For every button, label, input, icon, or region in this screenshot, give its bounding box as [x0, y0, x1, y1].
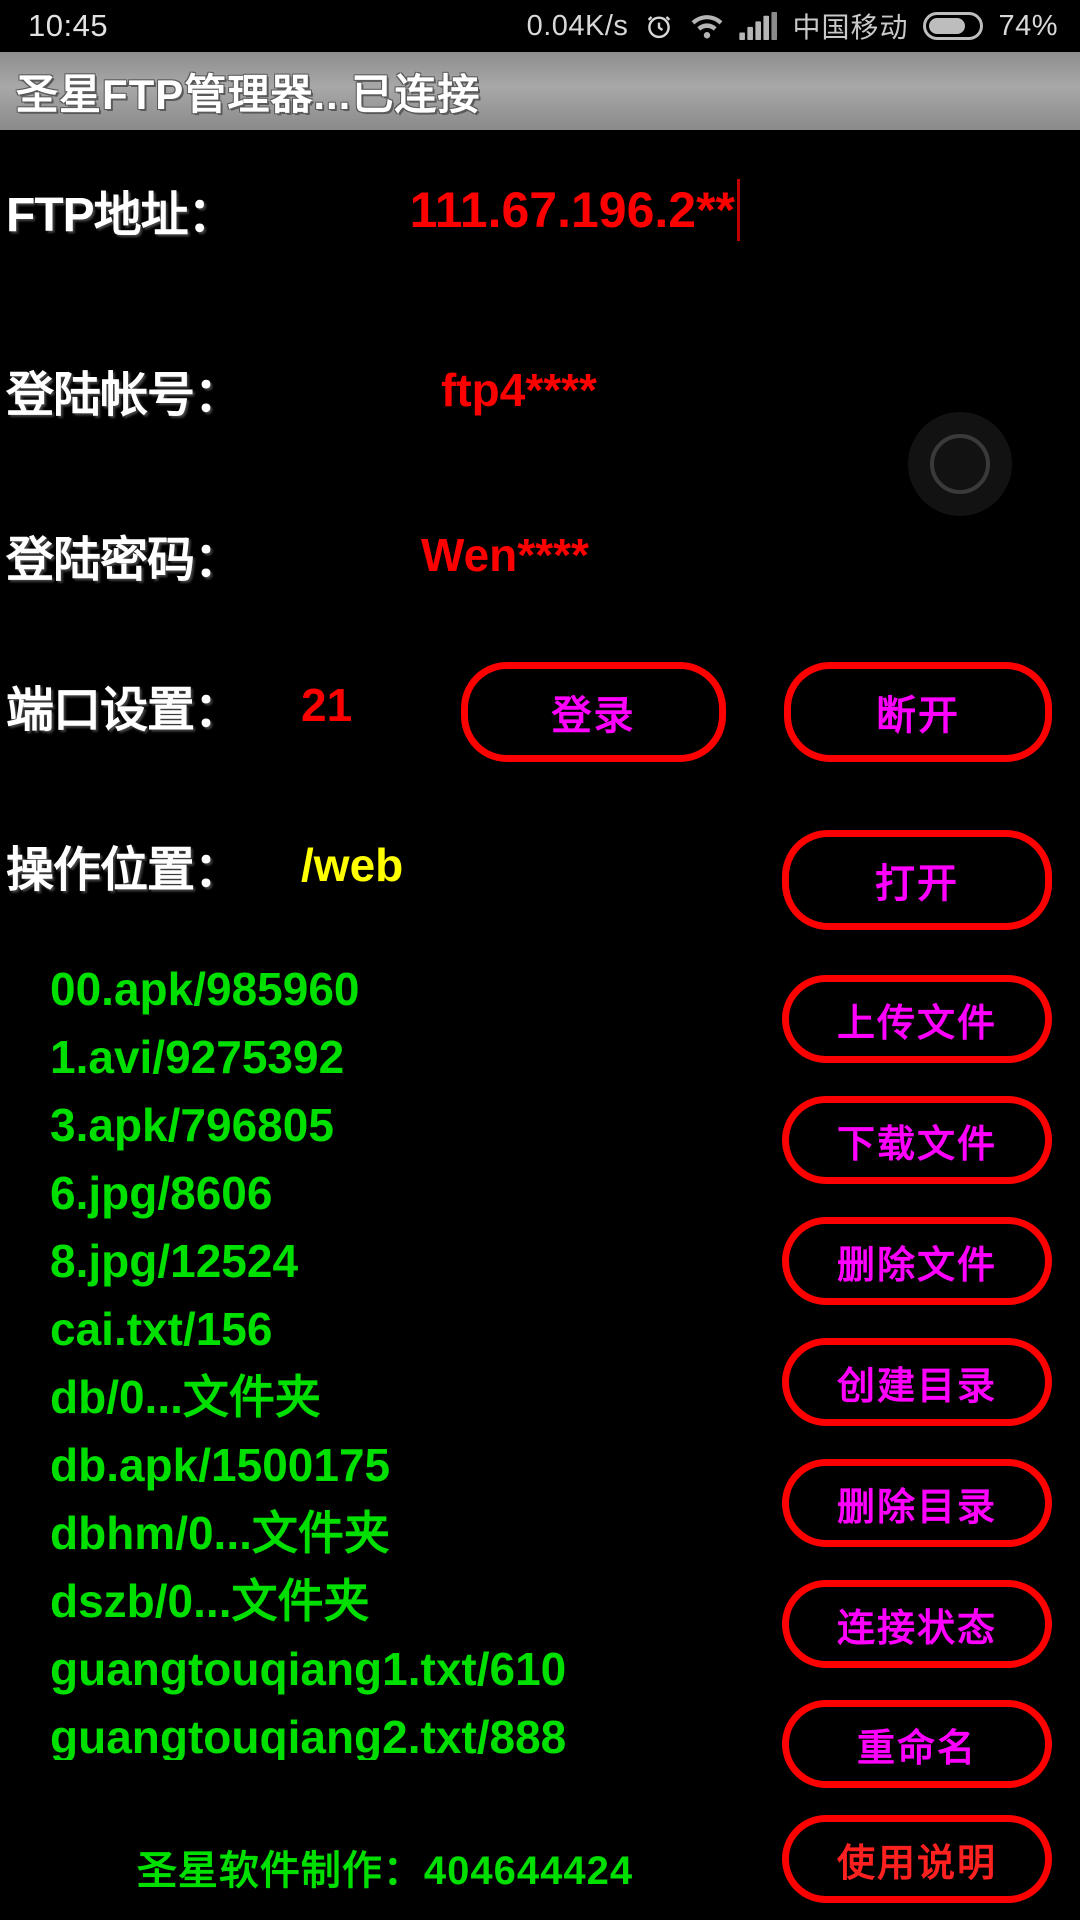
operate-location-label: 操作位置：: [6, 844, 242, 897]
list-item[interactable]: 6.jpg/8606: [0, 1159, 770, 1227]
file-list[interactable]: 00.apk/985960 1.avi/9275392 3.apk/796805 6.…: [0, 955, 770, 1760]
ftp-address-row: FTP地址： 111.67.196.2**: [0, 175, 1080, 245]
port-setting-input[interactable]: 21: [301, 678, 352, 732]
network-speed-label: 0.04K/s: [526, 9, 629, 42]
login-password-input[interactable]: Wen****: [421, 528, 589, 582]
login-button[interactable]: 登录: [461, 662, 726, 762]
list-item[interactable]: guangtouqiang2.txt/888: [0, 1703, 770, 1760]
operate-location-input[interactable]: /web: [301, 838, 403, 892]
login-account-input[interactable]: ftp4****: [441, 363, 597, 417]
download-file-button[interactable]: 下载文件: [782, 1096, 1052, 1184]
login-account-label: 登陆帐号：: [6, 369, 242, 422]
ftp-address-input[interactable]: 111.67.196.2**: [410, 181, 735, 239]
list-item[interactable]: cai.txt/156: [0, 1295, 770, 1363]
help-button[interactable]: 使用说明: [782, 1815, 1052, 1903]
alarm-clock-icon: [643, 10, 675, 42]
disconnect-button[interactable]: 断开: [784, 662, 1052, 762]
list-item[interactable]: 8.jpg/12524: [0, 1227, 770, 1295]
port-setting-label: 端口设置：: [6, 684, 242, 737]
list-item[interactable]: dbhm/0...文件夹: [0, 1499, 770, 1567]
list-item[interactable]: dszb/0...文件夹: [0, 1567, 770, 1635]
ftp-address-label: FTP地址：: [6, 189, 236, 242]
app-title-bar: 圣星FTP管理器...已连接: [0, 52, 1080, 130]
text-cursor: [737, 179, 741, 241]
assistive-touch-ring: [930, 434, 990, 494]
wifi-icon: [690, 12, 724, 40]
list-item[interactable]: db.apk/1500175: [0, 1431, 770, 1499]
upload-file-button[interactable]: 上传文件: [782, 975, 1052, 1063]
delete-file-button[interactable]: 删除文件: [782, 1217, 1052, 1305]
list-item[interactable]: 3.apk/796805: [0, 1091, 770, 1159]
app-title: 圣星FTP管理器...已连接: [16, 70, 481, 118]
status-bar: 10:45 0.04K/s 中国移动 74%: [0, 0, 1080, 52]
list-item[interactable]: 00.apk/985960: [0, 955, 770, 1023]
list-item[interactable]: guangtouqiang1.txt/610: [0, 1635, 770, 1703]
battery-percent-label: 74%: [998, 9, 1058, 42]
cellular-signal-icon: [739, 12, 778, 40]
credit-footer: 圣星软件制作：404644424: [136, 1849, 634, 1893]
create-directory-button[interactable]: 创建目录: [782, 1338, 1052, 1426]
rename-button[interactable]: 重命名: [782, 1700, 1052, 1788]
carrier-label: 中国移动: [792, 12, 909, 43]
delete-directory-button[interactable]: 删除目录: [782, 1459, 1052, 1547]
assistive-touch-icon[interactable]: [908, 412, 1012, 516]
login-account-row: 登陆帐号： ftp4****: [0, 355, 1080, 425]
login-password-row: 登陆密码： Wen****: [0, 520, 1080, 590]
status-time: 10:45: [28, 8, 109, 43]
battery-icon: [923, 12, 984, 40]
phone-screen: 10:45 0.04K/s 中国移动 74% 圣星FTP管理器...已连接 FT…: [0, 0, 1080, 1920]
list-item[interactable]: 1.avi/9275392: [0, 1023, 770, 1091]
login-password-label: 登陆密码：: [6, 534, 242, 587]
connection-status-button[interactable]: 连接状态: [782, 1580, 1052, 1668]
open-button[interactable]: 打开: [782, 830, 1052, 930]
list-item[interactable]: db/0...文件夹: [0, 1363, 770, 1431]
